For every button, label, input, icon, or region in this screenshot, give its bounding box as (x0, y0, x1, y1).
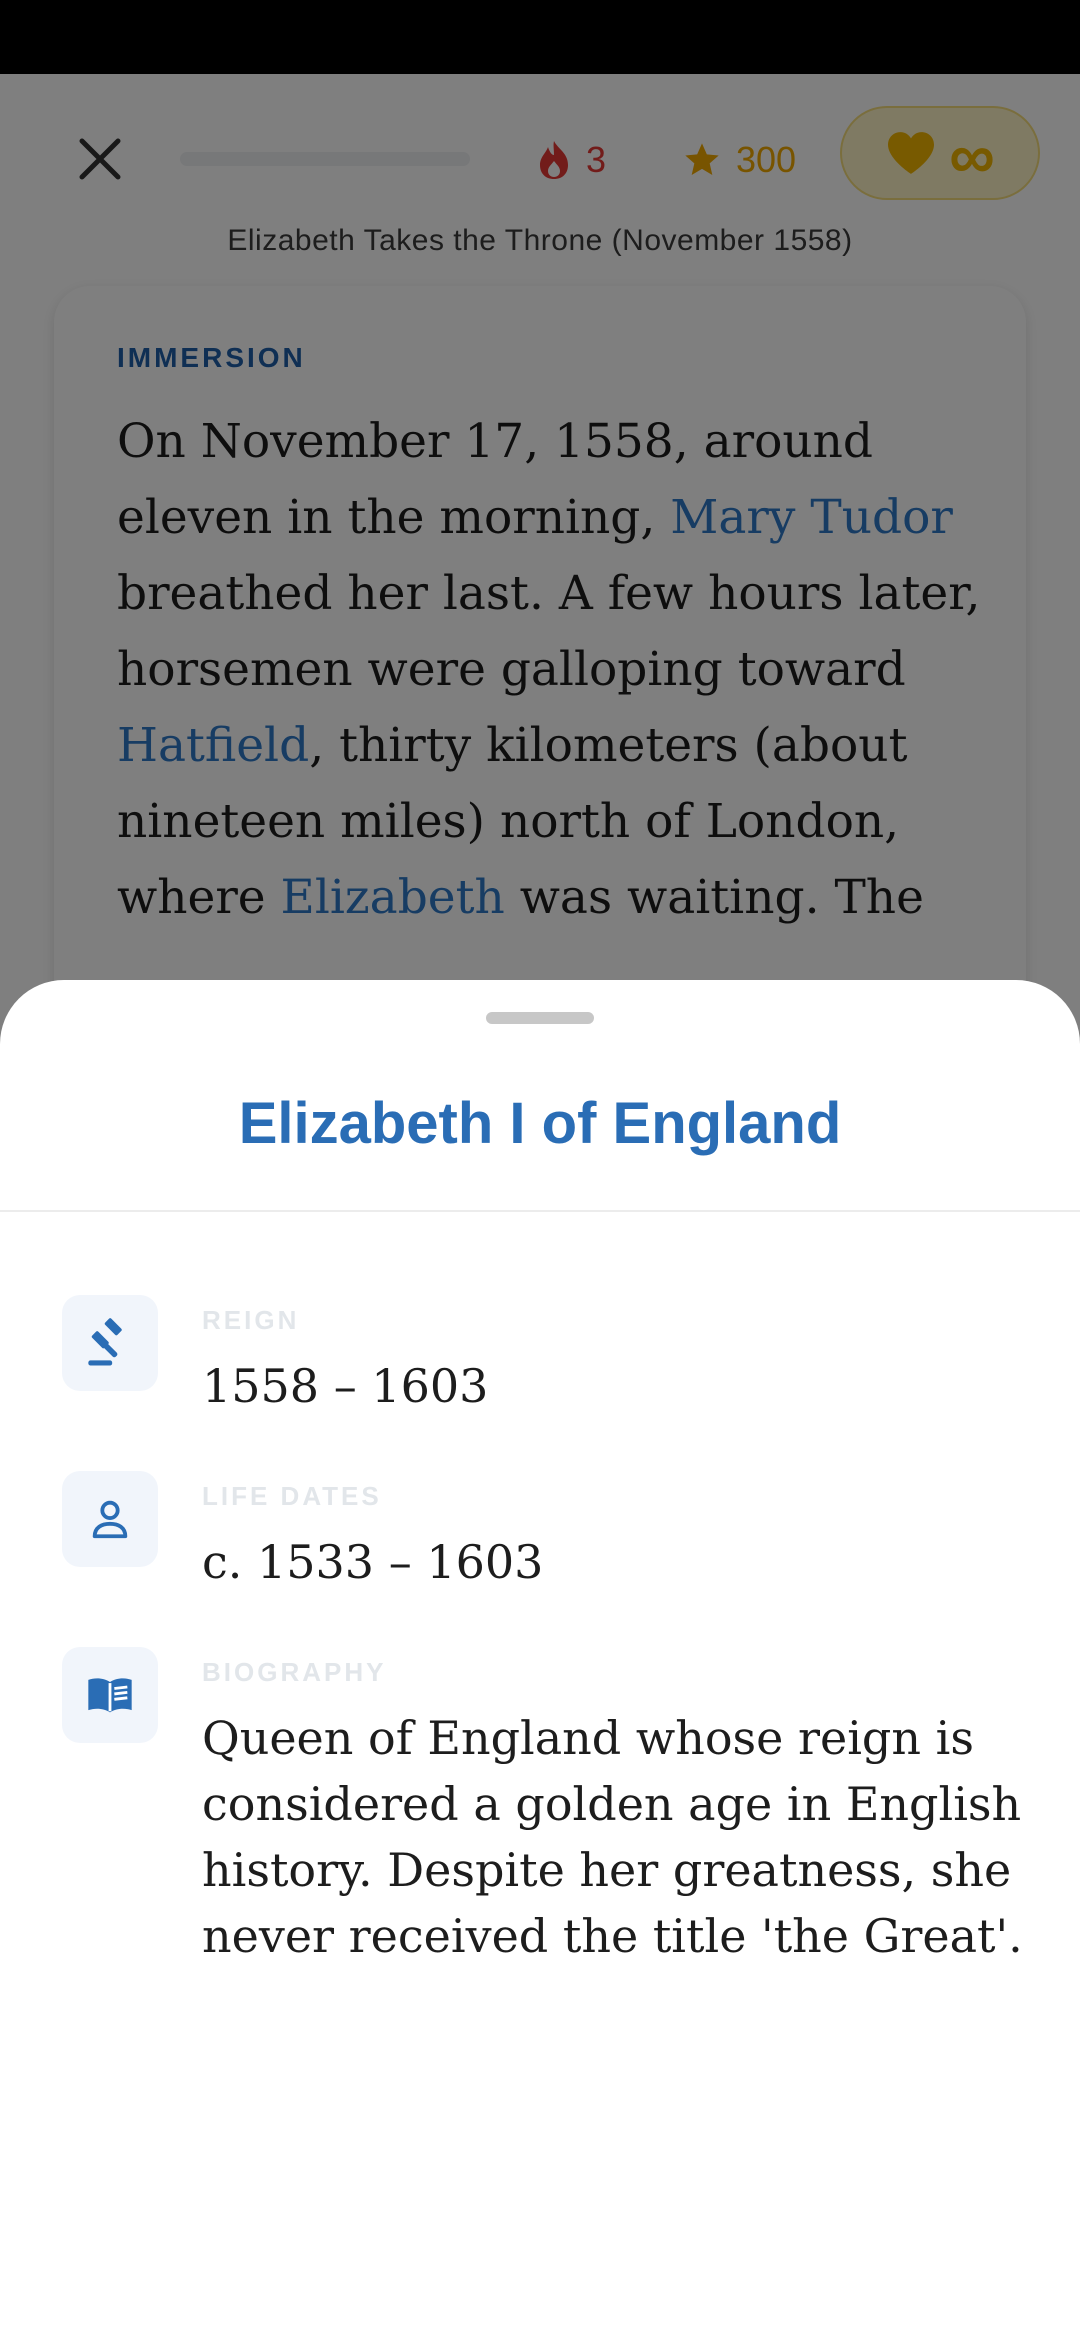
entity-bottom-sheet: Elizabeth I of England REIGN 1558 – 1603 (0, 980, 1080, 2340)
person-icon (92, 1500, 128, 1539)
reign-value: 1558 – 1603 (202, 1359, 489, 1413)
life-dates-value: c. 1533 – 1603 (202, 1535, 544, 1589)
reign-label: REIGN (202, 1305, 300, 1335)
life-dates-icon-box (62, 1471, 158, 1567)
biography-label: BIOGRAPHY (202, 1657, 387, 1687)
biography-icon-box (62, 1647, 158, 1743)
life-dates-label: LIFE DATES (202, 1481, 382, 1511)
divider (0, 1210, 1080, 1212)
gavel-icon (88, 1318, 122, 1366)
reign-icon-box (62, 1295, 158, 1391)
book-icon (88, 1678, 132, 1713)
sheet-title: Elizabeth I of England (238, 1091, 842, 1156)
drag-handle[interactable] (486, 1012, 594, 1024)
biography-value: Queen of England whose reign is consider… (202, 1711, 1023, 1963)
